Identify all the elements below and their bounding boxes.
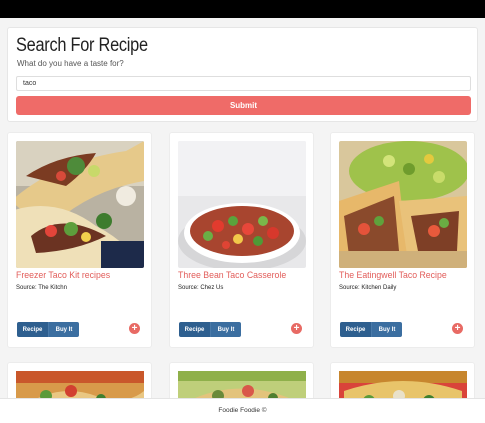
recipe-title[interactable]: Freezer Taco Kit recipes (16, 270, 110, 281)
recipe-title[interactable]: Three Bean Taco Casserole (178, 270, 286, 281)
recipe-button[interactable]: Recipe (340, 322, 372, 337)
recipe-button-group: Recipe Buy It (340, 322, 402, 337)
recipe-button-group: Recipe Buy It (17, 322, 79, 337)
recipe-source: Source: Chez Us (178, 285, 224, 291)
browser-top-bar (0, 0, 485, 18)
buy-it-button[interactable]: Buy It (49, 322, 79, 337)
plus-circle-icon[interactable]: + (129, 323, 140, 334)
plus-circle-icon[interactable]: + (291, 323, 302, 334)
search-input[interactable] (16, 76, 471, 91)
buy-it-button[interactable]: Buy It (372, 322, 402, 337)
page-title: Search For Recipe (16, 35, 148, 56)
plus-circle-icon[interactable]: + (452, 323, 463, 334)
recipe-source: Source: The Kitchn (16, 285, 67, 291)
footer-text: Foodie Foodie © (218, 407, 267, 414)
recipe-card: Freezer Taco Kit recipes Source: The Kit… (7, 132, 152, 348)
recipe-source: Source: Kitchen Daily (339, 285, 397, 291)
recipe-photo[interactable] (16, 141, 144, 268)
footer: Foodie Foodie © (0, 398, 485, 423)
recipe-photo[interactable] (339, 141, 467, 268)
recipe-card: Three Bean Taco Casserole Source: Chez U… (169, 132, 314, 348)
recipe-title[interactable]: The Eatingwell Taco Recipe (339, 270, 447, 281)
recipe-button[interactable]: Recipe (17, 322, 49, 337)
recipe-button-group: Recipe Buy It (179, 322, 241, 337)
recipe-photo[interactable] (178, 141, 306, 268)
search-panel: Search For Recipe What do you have a tas… (7, 27, 478, 122)
recipe-button[interactable]: Recipe (179, 322, 211, 337)
search-subtitle: What do you have a taste for? (17, 59, 124, 68)
submit-button[interactable]: Submit (16, 96, 471, 115)
buy-it-button[interactable]: Buy It (211, 322, 241, 337)
recipe-card: The Eatingwell Taco Recipe Source: Kitch… (330, 132, 475, 348)
